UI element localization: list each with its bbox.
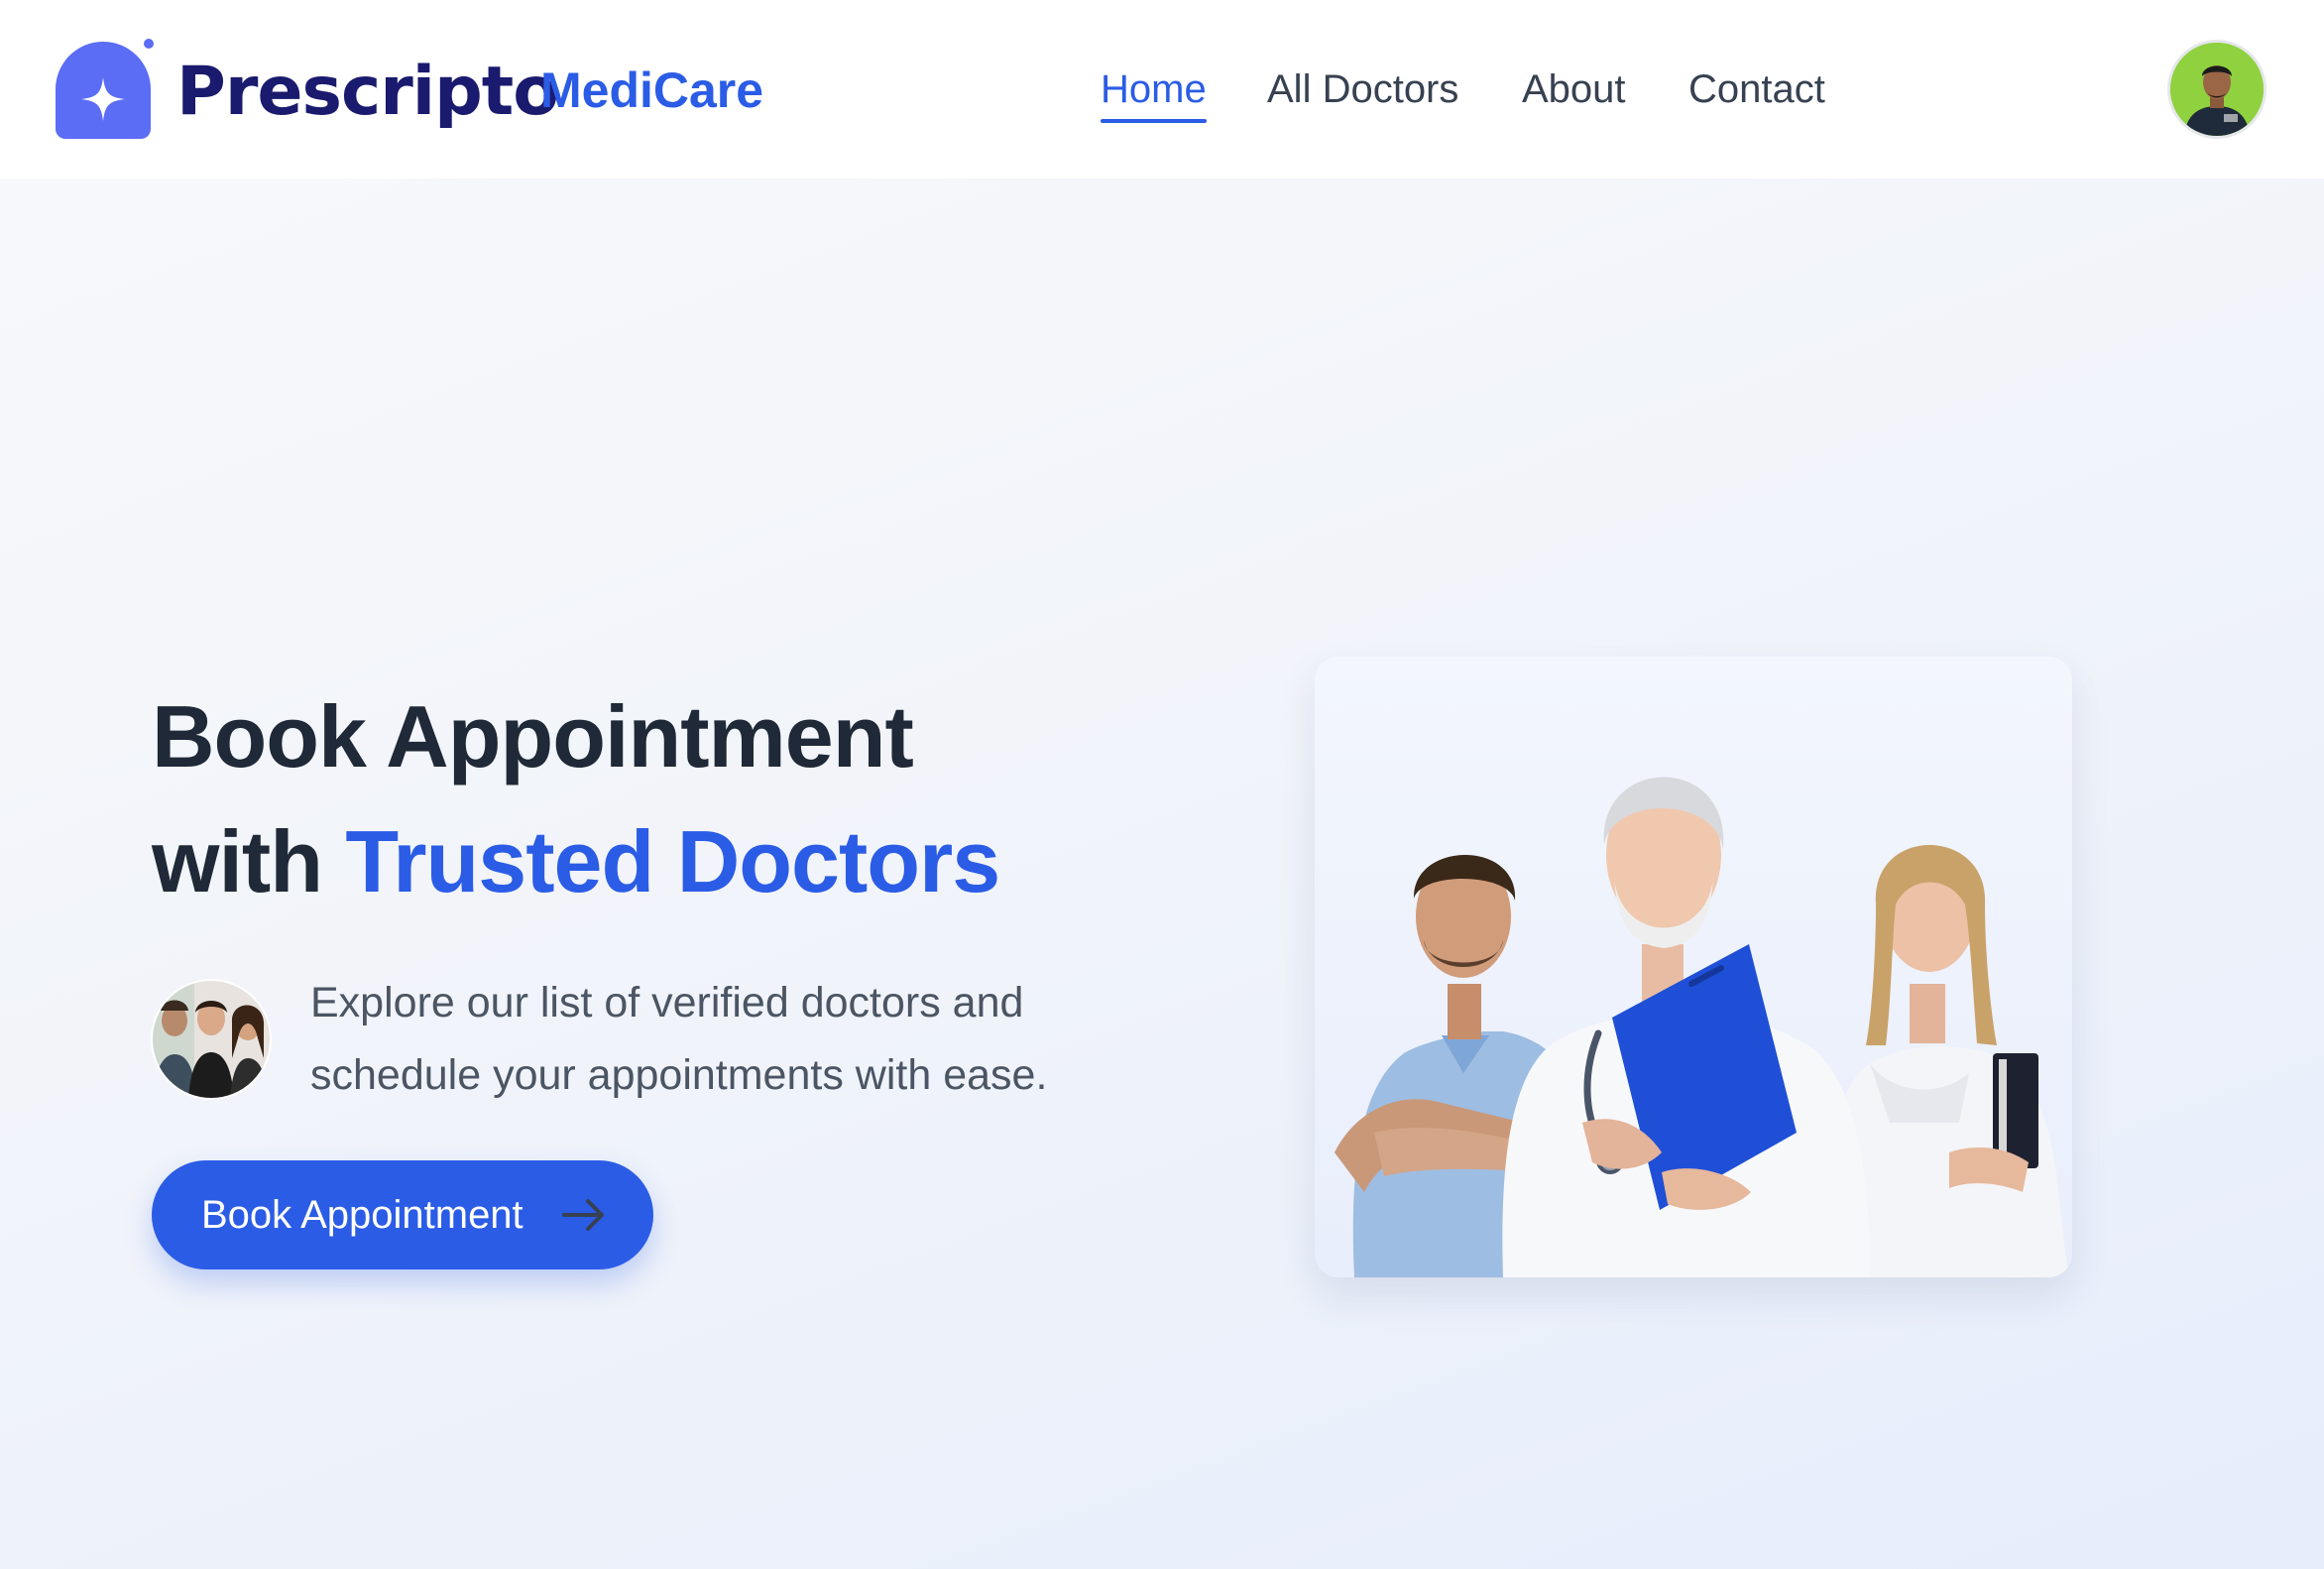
nav-all-doctors[interactable]: All Doctors [1267, 61, 1458, 117]
user-avatar-icon [2170, 43, 2264, 136]
group-avatars-image [151, 979, 272, 1100]
brand-subtitle: MediCare [540, 62, 764, 118]
hero-description: Explore our list of verified doctors and… [310, 979, 1048, 1099]
book-appointment-button[interactable]: Book Appointment [152, 1160, 653, 1269]
hero-title: Book Appointment with Trusted Doctors [152, 674, 1000, 924]
book-appointment-label: Book Appointment [201, 1192, 523, 1237]
hero-section: Book Appointment with Trusted Doctors Ex… [0, 179, 2324, 1569]
logo-wordmark[interactable]: Prescripto [176, 48, 559, 137]
arrow-right-icon [562, 1199, 604, 1231]
nav-home[interactable]: Home [1101, 61, 1207, 123]
nav-contact[interactable]: Contact [1688, 61, 1825, 117]
hero-title-accent: Trusted Doctors [345, 812, 1000, 910]
site-header: Prescripto MediCare Home All Doctors Abo… [0, 0, 2324, 179]
prescripto-logo-icon[interactable] [52, 38, 155, 141]
doctors-image-card [1315, 657, 2072, 1277]
hero-title-line2-prefix: with [152, 812, 346, 910]
user-avatar[interactable] [2167, 40, 2266, 139]
doctors-group-image [1335, 777, 2068, 1277]
hero-title-line1: Book Appointment [152, 687, 914, 785]
nav-about[interactable]: About [1522, 61, 1626, 117]
